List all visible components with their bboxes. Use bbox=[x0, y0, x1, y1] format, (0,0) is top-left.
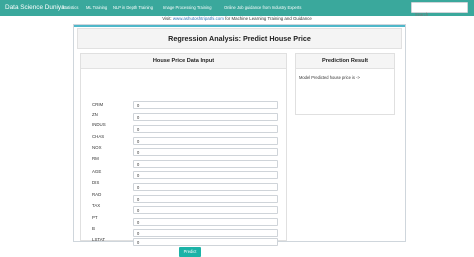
navbar: Data Science Duniya Statistics ML Traini… bbox=[0, 0, 474, 19]
page-header: Regression Analysis: Predict House Price bbox=[77, 28, 402, 49]
b-label: B bbox=[92, 226, 95, 231]
pt-input[interactable] bbox=[133, 218, 278, 226]
crim-input[interactable] bbox=[133, 101, 278, 109]
zn-input[interactable] bbox=[133, 113, 278, 121]
lstat-label: LSTAT bbox=[92, 237, 106, 242]
dis-label: DIS bbox=[92, 180, 100, 185]
main-container: Regression Analysis: Predict House Price… bbox=[73, 24, 406, 257]
nav-link-ml-training[interactable]: ML Training bbox=[86, 4, 107, 11]
chas-input[interactable] bbox=[133, 137, 278, 145]
tax-label: TAX bbox=[92, 203, 101, 208]
nox-label: NOX bbox=[92, 145, 102, 150]
zn-label: ZN bbox=[92, 112, 98, 117]
form-title: House Price Data Input bbox=[152, 58, 215, 64]
page-title: Regression Analysis: Predict House Price bbox=[168, 34, 311, 43]
input-form-panel: House Price Data Input CRIM ZN INDUS CHA… bbox=[80, 53, 287, 257]
form-panel-header: House Price Data Input bbox=[81, 54, 286, 69]
chas-label: CHAS bbox=[92, 134, 105, 139]
nav-link-job-guidance[interactable]: Online Job guidance from Industry Expert… bbox=[224, 4, 301, 11]
result-title: Prediction Result bbox=[321, 58, 368, 64]
result-panel: Prediction Result Model Predicted house … bbox=[295, 53, 395, 115]
nav-link-statistics[interactable]: Statistics bbox=[62, 4, 78, 11]
crim-label: CRIM bbox=[92, 102, 104, 107]
announcement-prefix: Visit: bbox=[162, 16, 172, 21]
rm-input[interactable] bbox=[133, 160, 278, 168]
nav-link-nlp-training[interactable]: NLP in Depth Training bbox=[113, 4, 153, 11]
brand-logo[interactable]: Data Science Duniya bbox=[5, 3, 65, 12]
rad-input[interactable] bbox=[133, 195, 278, 203]
indus-input[interactable] bbox=[133, 125, 278, 133]
result-panel-header: Prediction Result bbox=[296, 54, 394, 69]
rad-label: RAD bbox=[92, 192, 102, 197]
age-label: AGE bbox=[92, 169, 102, 174]
predict-button[interactable]: Predict bbox=[179, 247, 201, 257]
indus-label: INDUS bbox=[92, 122, 106, 127]
lstat-input[interactable] bbox=[133, 238, 278, 246]
container-top-border bbox=[74, 25, 405, 27]
prediction-output: Model Predicted house price is -> bbox=[299, 75, 360, 80]
dis-input[interactable] bbox=[133, 183, 278, 191]
nox-input[interactable] bbox=[133, 148, 278, 156]
b-input[interactable] bbox=[133, 229, 278, 237]
tax-input[interactable] bbox=[133, 206, 278, 214]
pt-label: PT bbox=[92, 215, 98, 220]
announcement-suffix: for Machine Learning Training and Guidan… bbox=[225, 16, 312, 21]
announcement-bar: Visit: www.ashutoshtripathi.com for Mach… bbox=[0, 16, 474, 22]
announcement-link[interactable]: www.ashutoshtripathi.com bbox=[173, 16, 224, 21]
search-box bbox=[411, 2, 468, 19]
rm-label: RM bbox=[92, 156, 99, 161]
nav-link-image-processing[interactable]: Image Processing Training bbox=[163, 4, 211, 11]
age-input[interactable] bbox=[133, 171, 278, 179]
